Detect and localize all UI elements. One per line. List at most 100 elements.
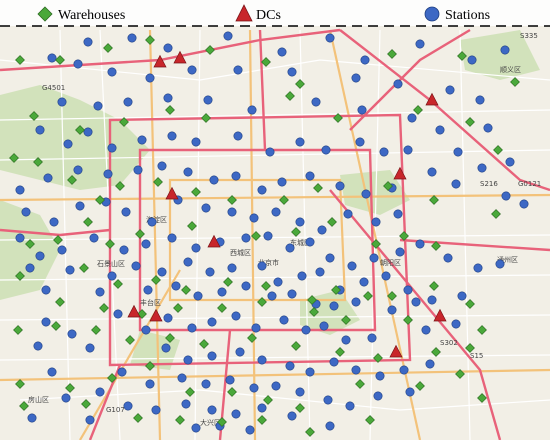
station-marker <box>137 135 147 145</box>
station-marker <box>347 261 357 271</box>
station-marker <box>329 301 339 311</box>
station-marker <box>257 403 267 413</box>
station-marker <box>249 213 259 223</box>
station-marker <box>89 233 99 243</box>
station-marker <box>305 367 315 377</box>
station-marker <box>351 365 361 375</box>
station-marker <box>113 309 123 319</box>
legend: Warehouses DCs Stations <box>0 0 550 27</box>
station-marker <box>209 175 219 185</box>
station-marker <box>95 287 105 297</box>
station-marker <box>73 59 83 69</box>
station-marker <box>271 381 281 391</box>
station-marker <box>295 217 305 227</box>
station-marker <box>151 405 161 415</box>
station-marker <box>445 85 455 95</box>
station-marker <box>181 399 191 409</box>
station-marker <box>187 323 197 333</box>
station-marker <box>477 163 487 173</box>
station-marker <box>379 147 389 157</box>
station-marker <box>85 343 95 353</box>
station-marker <box>227 207 237 217</box>
station-marker <box>325 33 335 43</box>
station-marker <box>505 157 515 167</box>
station-marker <box>451 319 461 329</box>
station-marker <box>227 263 237 273</box>
station-marker <box>415 239 425 249</box>
station-marker <box>403 145 413 155</box>
station-marker <box>371 217 381 227</box>
station-marker <box>357 105 367 115</box>
station-marker <box>207 317 217 327</box>
station-marker <box>285 243 295 253</box>
station-marker <box>107 271 117 281</box>
station-marker <box>67 329 77 339</box>
label-g107: G107 <box>106 406 125 414</box>
station-marker <box>75 201 85 211</box>
station-marker <box>107 67 117 77</box>
label-g0121: G0121 <box>518 180 541 188</box>
station-marker <box>161 343 171 353</box>
station-marker <box>141 325 151 335</box>
station-marker <box>21 207 31 217</box>
station-marker <box>65 265 75 275</box>
station-marker <box>257 261 267 271</box>
station-marker <box>451 179 461 189</box>
station-marker <box>241 281 251 291</box>
station-marker <box>121 207 131 217</box>
station-marker <box>183 167 193 177</box>
station-marker <box>73 165 83 175</box>
station-marker <box>231 311 241 321</box>
station-marker <box>287 67 297 77</box>
station-marker <box>323 395 333 405</box>
station-marker <box>41 317 51 327</box>
station-marker <box>361 189 371 199</box>
label-g4501: G4501 <box>42 84 65 92</box>
station-marker <box>415 39 425 49</box>
station-marker <box>341 335 351 345</box>
map-stage: 海淀区 西城区 东城区 北京市 石景山区 丰台区 朝阳区 通州区 顺义区 房山区… <box>0 0 550 440</box>
station-marker <box>33 341 43 351</box>
station-marker <box>157 267 167 277</box>
station-marker <box>407 113 417 123</box>
station-marker <box>251 323 261 333</box>
station-marker <box>411 297 421 307</box>
station-marker <box>205 267 215 277</box>
station-marker <box>249 383 259 393</box>
station-marker <box>453 147 463 157</box>
station-marker <box>163 43 173 53</box>
legend-stations-label: Stations <box>445 8 490 23</box>
station-marker <box>201 379 211 389</box>
station-marker <box>145 379 155 389</box>
station-marker <box>183 355 193 365</box>
station-marker <box>343 209 353 219</box>
station-marker <box>369 253 379 263</box>
label-xicheng: 西城区 <box>230 249 251 257</box>
station-marker <box>325 421 335 431</box>
station-marker <box>279 315 289 325</box>
station-marker <box>295 137 305 147</box>
station-marker <box>93 101 103 111</box>
station-marker <box>143 285 153 295</box>
station-marker <box>277 177 287 187</box>
station-marker <box>127 33 137 43</box>
station-marker <box>191 243 201 253</box>
station-marker <box>351 297 361 307</box>
station-marker <box>103 169 113 179</box>
station-marker <box>329 357 339 367</box>
station-marker <box>57 97 67 107</box>
station-marker <box>231 171 241 181</box>
station-marker <box>47 367 57 377</box>
station-marker <box>381 271 391 281</box>
station-marker <box>257 185 267 195</box>
station-marker <box>61 393 71 403</box>
station-marker <box>57 245 67 255</box>
station-marker <box>217 287 227 297</box>
station-marker <box>285 361 295 371</box>
station-marker <box>393 209 403 219</box>
station-marker <box>325 253 335 263</box>
station-marker <box>25 263 35 273</box>
station-marker <box>233 131 243 141</box>
station-marker <box>241 233 251 243</box>
station-marker <box>145 73 155 83</box>
